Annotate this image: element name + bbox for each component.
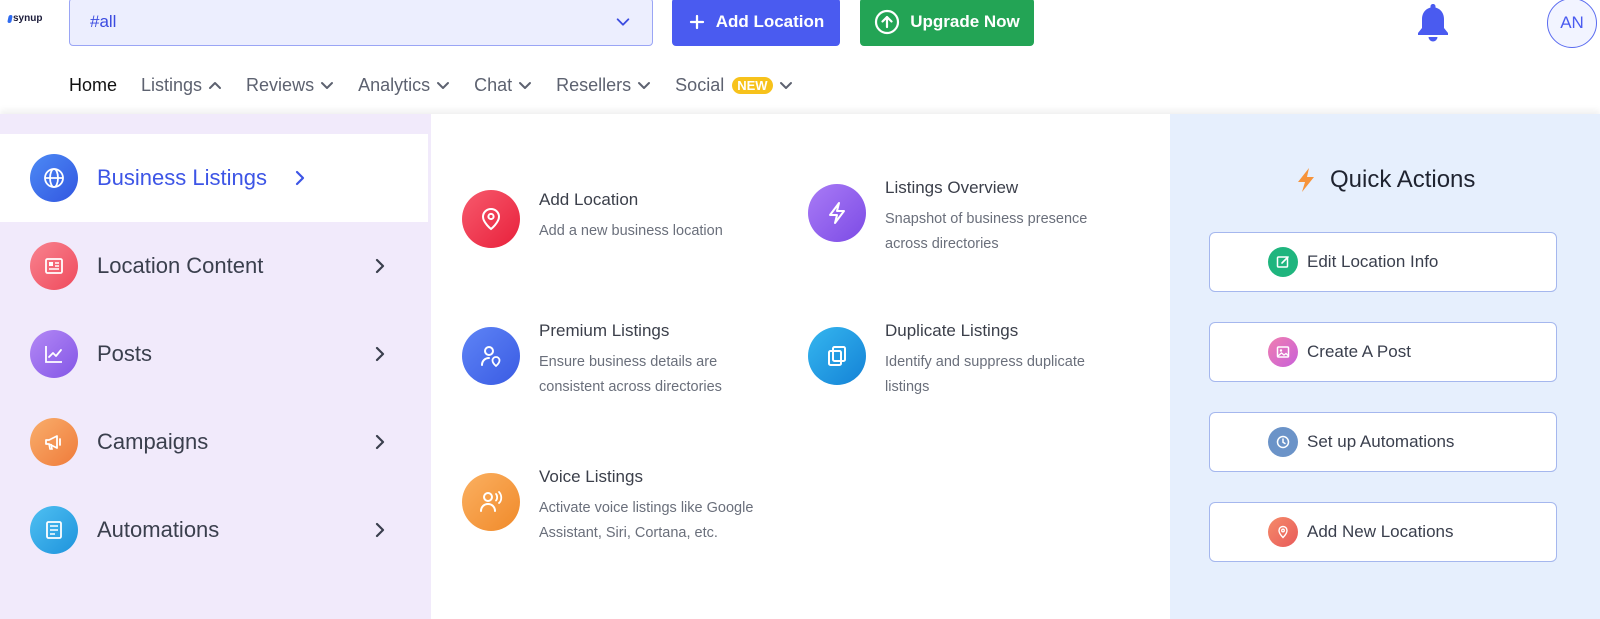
chevron-down-icon bbox=[437, 82, 450, 89]
upgrade-now-button[interactable]: Upgrade Now bbox=[860, 0, 1034, 46]
synup-logo[interactable]: synup bbox=[7, 13, 43, 24]
logo-text: synup bbox=[13, 13, 43, 24]
set-up-automations-button[interactable]: Set up Automations bbox=[1209, 412, 1557, 472]
new-badge: NEW bbox=[732, 76, 773, 94]
menu-item-desc: Activate voice listings like Google Assi… bbox=[539, 500, 754, 541]
menu-item-listings-overview[interactable]: Listings Overview Snapshot of business p… bbox=[808, 178, 1128, 257]
nav-listings[interactable]: Listings bbox=[141, 75, 222, 96]
copy-icon bbox=[808, 327, 866, 385]
nav-reviews-label: Reviews bbox=[246, 74, 315, 95]
quick-action-label: Edit Location Info bbox=[1307, 252, 1439, 271]
nav-reviews[interactable]: Reviews bbox=[246, 75, 334, 96]
nav-resellers[interactable]: Resellers bbox=[556, 75, 651, 96]
menu-item-desc: Snapshot of business presence across dir… bbox=[885, 211, 1088, 252]
menu-item-duplicate-listings[interactable]: Duplicate Listings Identify and suppress… bbox=[808, 321, 1128, 400]
quick-action-label: Add New Locations bbox=[1307, 522, 1454, 541]
create-a-post-button[interactable]: Create A Post bbox=[1209, 322, 1557, 382]
lightning-icon bbox=[808, 184, 866, 242]
add-new-locations-button[interactable]: Add New Locations bbox=[1209, 502, 1557, 562]
nav-home[interactable]: Home bbox=[69, 75, 117, 96]
bell-icon[interactable] bbox=[1413, 1, 1453, 43]
menu-item-add-location[interactable]: Add Location Add a new business location bbox=[462, 190, 782, 248]
category-label: Posts bbox=[97, 341, 153, 366]
nav-resellers-label: Resellers bbox=[556, 74, 632, 95]
chevron-right-icon bbox=[375, 434, 385, 450]
quick-actions-panel: Quick Actions Edit Location Info Create … bbox=[1170, 114, 1600, 619]
map-pin-icon bbox=[462, 190, 520, 248]
user-avatar[interactable]: AN bbox=[1547, 0, 1597, 48]
upgrade-now-label: Upgrade Now bbox=[910, 12, 1020, 31]
menu-item-voice-listings[interactable]: Voice Listings Activate voice listings l… bbox=[462, 467, 782, 546]
category-sidebar: Business Listings Location Content Posts… bbox=[0, 114, 431, 619]
category-posts[interactable]: Posts bbox=[0, 310, 428, 398]
category-automations[interactable]: Automations bbox=[0, 486, 428, 574]
menu-item-premium-listings[interactable]: Premium Listings Ensure business details… bbox=[462, 321, 782, 400]
chevron-right-icon bbox=[375, 258, 385, 274]
menu-item-title: Duplicate Listings bbox=[885, 321, 1019, 340]
chevron-down-icon bbox=[519, 82, 532, 89]
lightning-icon bbox=[1298, 168, 1314, 192]
nav-chat-label: Chat bbox=[474, 74, 513, 95]
edit-location-info-button[interactable]: Edit Location Info bbox=[1209, 232, 1557, 292]
megaphone-icon bbox=[30, 418, 78, 466]
main-nav: Home Listings Reviews Analytics Chat Res… bbox=[69, 73, 793, 97]
edit-icon bbox=[1268, 247, 1298, 277]
voice-user-icon bbox=[462, 473, 520, 531]
menu-item-title: Listings Overview bbox=[885, 178, 1019, 197]
nav-analytics[interactable]: Analytics bbox=[358, 75, 450, 96]
menu-item-desc: Add a new business location bbox=[539, 223, 723, 239]
add-location-button[interactable]: Add Location bbox=[672, 0, 840, 46]
category-label: Location Content bbox=[97, 253, 264, 278]
logo-mark-icon bbox=[7, 14, 13, 23]
menu-item-desc: Ensure business details are consistent a… bbox=[539, 354, 722, 395]
nav-analytics-label: Analytics bbox=[358, 74, 431, 95]
quick-action-label: Set up Automations bbox=[1307, 432, 1455, 451]
arrow-up-circle-icon bbox=[875, 9, 900, 35]
listings-submenu: Add Location Add a new business location… bbox=[431, 114, 1170, 619]
chevron-down-icon bbox=[779, 82, 792, 89]
chevron-right-icon bbox=[375, 346, 385, 362]
chevron-up-icon bbox=[209, 82, 222, 89]
nav-chat[interactable]: Chat bbox=[474, 75, 532, 96]
avatar-initials: AN bbox=[1560, 13, 1584, 32]
newspaper-icon bbox=[30, 242, 78, 290]
location-select-value: #all bbox=[90, 12, 117, 31]
map-pin-icon bbox=[1268, 517, 1298, 547]
globe-icon bbox=[30, 154, 78, 202]
nav-home-label: Home bbox=[69, 74, 118, 95]
category-campaigns[interactable]: Campaigns bbox=[0, 398, 428, 486]
nav-social[interactable]: Social NEW bbox=[675, 75, 792, 96]
category-location-content[interactable]: Location Content bbox=[0, 222, 428, 310]
menu-item-title: Voice Listings bbox=[539, 467, 643, 486]
menu-item-desc: Identify and suppress duplicate listings bbox=[885, 354, 1085, 395]
add-location-label: Add Location bbox=[715, 12, 825, 31]
chevron-down-icon bbox=[638, 82, 651, 89]
location-select[interactable]: #all bbox=[69, 0, 653, 46]
clock-icon bbox=[1268, 427, 1298, 457]
quick-actions-heading: Quick Actions bbox=[1292, 166, 1475, 194]
chart-line-icon bbox=[30, 330, 78, 378]
quick-action-label: Create A Post bbox=[1307, 342, 1411, 361]
image-icon bbox=[1268, 337, 1298, 367]
category-label: Business Listings bbox=[97, 165, 267, 190]
chevron-down-icon bbox=[616, 18, 630, 26]
menu-item-title: Add Location bbox=[539, 190, 639, 209]
category-business-listings[interactable]: Business Listings bbox=[0, 134, 428, 222]
chevron-right-icon bbox=[375, 522, 385, 538]
nav-listings-label: Listings bbox=[141, 74, 203, 95]
chevron-right-icon bbox=[295, 170, 305, 186]
chevron-down-icon bbox=[321, 82, 334, 89]
document-icon bbox=[30, 506, 78, 554]
user-location-icon bbox=[462, 327, 520, 385]
nav-social-label: Social bbox=[675, 74, 725, 95]
category-label: Campaigns bbox=[97, 429, 209, 454]
quick-actions-title: Quick Actions bbox=[1330, 166, 1476, 193]
plus-icon bbox=[689, 14, 704, 30]
category-label: Automations bbox=[97, 517, 220, 542]
menu-item-title: Premium Listings bbox=[539, 321, 670, 340]
listings-mega-menu: Business Listings Location Content Posts… bbox=[0, 114, 1600, 619]
